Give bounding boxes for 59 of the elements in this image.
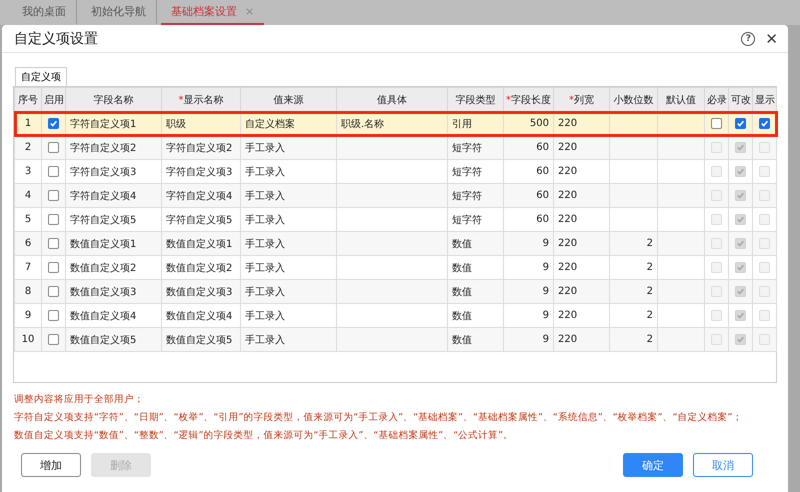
required-mark-label: * [569, 94, 574, 106]
add-button[interactable]: 增加 [21, 453, 81, 477]
checkbox[interactable] [48, 214, 59, 225]
checkbox[interactable] [48, 286, 59, 297]
checkbox[interactable] [48, 238, 59, 249]
table-row[interactable]: 9 数值自定义项4 数值自定义项4 手工录入 数值 9 220 2 [14, 304, 776, 328]
required-mark-label: * [178, 94, 184, 106]
checkbox[interactable] [48, 142, 59, 153]
column-header: 显示 [752, 88, 776, 112]
table-cell: 数值自定义项5 [66, 328, 162, 352]
column-header: 默认值 [658, 88, 704, 112]
checkbox[interactable] [759, 118, 770, 129]
column-header: 字段名称 [66, 88, 162, 112]
checkbox[interactable] [48, 334, 59, 345]
table-cell: 数值 [448, 328, 504, 352]
table-row[interactable]: 2 字符自定义项2 字符自定义项2 手工录入 短字符 60 220 [14, 136, 776, 160]
table-row[interactable]: 1 字符自定义项1 职级 自定义档案 职级.名称 引用 500 220 [14, 112, 776, 136]
column-header: 值来源 [240, 88, 336, 112]
column-header: 序号 [14, 88, 42, 112]
table-cell: 2 [610, 328, 658, 352]
table-row[interactable]: 7 数值自定义项2 数值自定义项2 手工录入 数值 9 220 2 [14, 256, 776, 280]
column-header: 可改 [728, 88, 752, 112]
table-row[interactable]: 4 字符自定义项4 字符自定义项4 手工录入 短字符 60 220 [14, 184, 776, 208]
table-cell [658, 328, 704, 352]
note-text: 数值自定义项支持“数值”、“整数”、“逻辑”的字段类型，值来源可为“手工录入”、“基础档案属性”、“公式计算”。 [14, 429, 514, 443]
confirm-button[interactable]: 确定 [623, 453, 683, 477]
column-header: 必录 [704, 88, 728, 112]
table-row[interactable]: 5 字符自定义项5 字符自定义项5 手工录入 短字符 60 220 [14, 208, 776, 232]
table-cell: 手工录入 [240, 328, 336, 352]
table-cell: 10 [14, 328, 42, 352]
table-row[interactable]: 6 数值自定义项1 数值自定义项1 手工录入 数值 9 220 2 [14, 232, 776, 256]
checkbox[interactable] [48, 190, 59, 201]
column-header: *显示名称 [162, 88, 240, 112]
required-mark-label: * [506, 94, 511, 106]
checkbox[interactable] [48, 310, 59, 321]
column-header: 启用 [42, 88, 66, 112]
note-text: 字符自定义项支持“字符”、“日期”、“枚举”、“引用”的字段类型，值来源可为“手工录入”、“基础档案”、“基础档案属性”、“系统信息”、“枚举档案”、“自定义档案”； [14, 411, 744, 425]
note-text: 调整内容将应用于全部用户； [14, 393, 145, 407]
help-button[interactable]: ? [741, 32, 756, 46]
checkbox[interactable] [711, 118, 722, 129]
checkbox[interactable] [48, 262, 59, 273]
table-cell: 数值自定义项5 [162, 328, 240, 352]
table-row[interactable]: 3 字符自定义项3 字符自定义项3 手工录入 短字符 60 220 [14, 160, 776, 184]
panel-tab[interactable]: 自定义项 [15, 67, 67, 86]
column-header: 值具体 [336, 88, 448, 112]
checkbox[interactable] [735, 118, 746, 129]
cancel-button[interactable]: 取消 [693, 453, 753, 477]
table-row[interactable]: 8 数值自定义项3 数值自定义项3 手工录入 数值 9 220 2 [14, 280, 776, 304]
dialog-title: 自定义项设置 [14, 30, 99, 48]
table-cell: 9 [504, 328, 554, 352]
table-cell: 220 [554, 328, 610, 352]
checkbox[interactable] [48, 166, 59, 177]
table-row[interactable]: 10 数值自定义项5 数值自定义项5 手工录入 数值 9 220 2 [14, 328, 776, 352]
column-header: 小数位数 [610, 88, 658, 112]
close-button[interactable]: ✕ [765, 30, 778, 48]
checkbox[interactable] [48, 118, 59, 129]
column-header: 字段类型 [448, 88, 504, 112]
column-header: *列宽 [554, 88, 610, 112]
column-header: *字段长度 [504, 88, 554, 112]
